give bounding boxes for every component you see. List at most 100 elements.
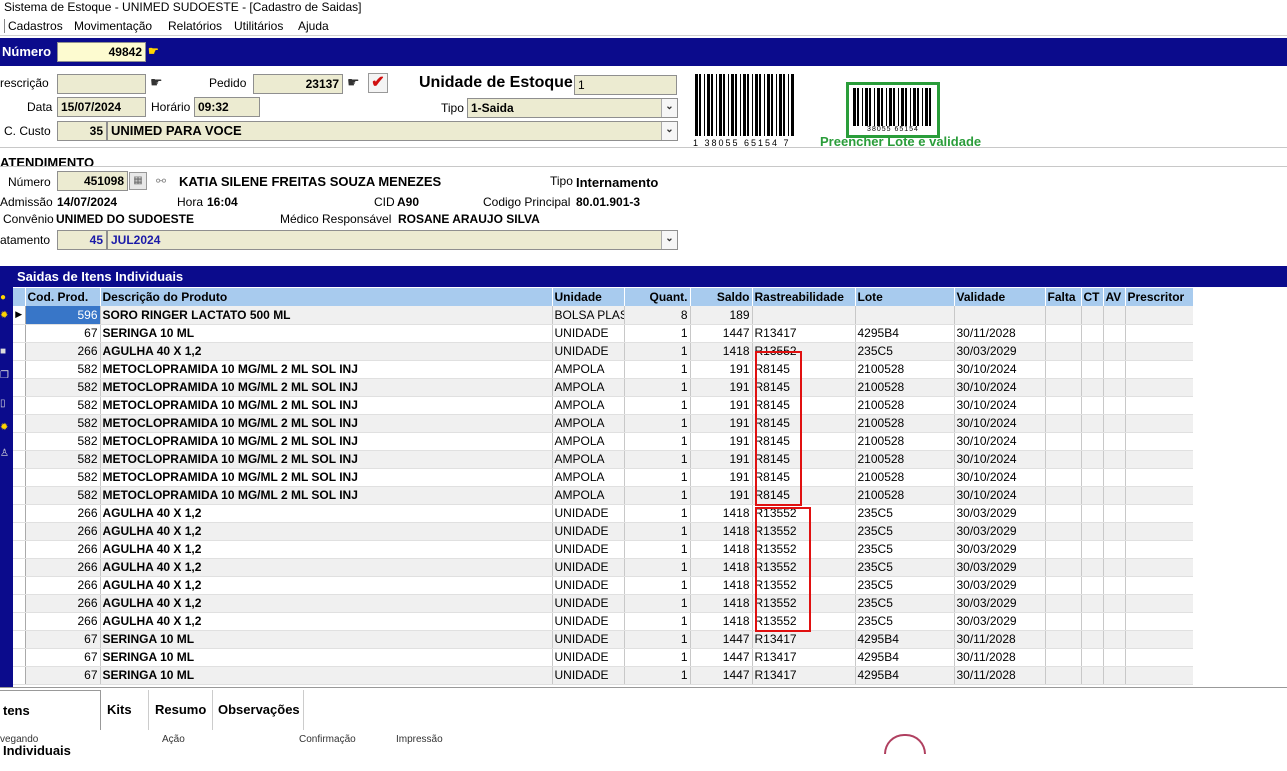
cell-quant[interactable]: 1 xyxy=(624,468,691,487)
row-indicator[interactable] xyxy=(13,666,26,685)
cell-cod-prod[interactable]: 582 xyxy=(25,432,101,451)
cell-prescritor[interactable] xyxy=(1125,630,1194,649)
cell-cod-prod[interactable]: 266 xyxy=(25,504,101,523)
cell-unidade[interactable]: UNIDADE xyxy=(552,576,625,595)
col-unidade[interactable]: Unidade xyxy=(552,288,625,306)
row-indicator[interactable] xyxy=(13,432,26,451)
cell-lote[interactable]: 235C5 xyxy=(855,576,955,595)
cell-av[interactable] xyxy=(1103,594,1126,613)
cell-lote[interactable]: 2100528 xyxy=(855,486,955,505)
cell-rastreabilidade[interactable]: R13417 xyxy=(752,648,856,667)
cell-cod-prod[interactable]: 266 xyxy=(25,342,101,361)
table-row[interactable]: 582 METOCLOPRAMIDA 10 MG/ML 2 ML SOL INJ A… xyxy=(13,360,1194,379)
prescricao-field[interactable] xyxy=(57,74,146,94)
cell-descricao[interactable]: METOCLOPRAMIDA 10 MG/ML 2 ML SOL INJ xyxy=(100,414,553,433)
cell-ct[interactable] xyxy=(1081,630,1104,649)
cell-descricao[interactable]: AGULHA 40 X 1,2 xyxy=(100,558,553,577)
binoculars-icon[interactable]: ⚯ xyxy=(151,172,171,190)
data-field[interactable]: 15/07/2024 xyxy=(57,97,146,117)
col-quant[interactable]: Quant. xyxy=(624,288,691,306)
cell-av[interactable] xyxy=(1103,468,1126,487)
new-icon[interactable]: ✹ xyxy=(0,309,12,323)
cell-prescritor[interactable] xyxy=(1125,594,1194,613)
cell-unidade[interactable]: BOLSA PLAS xyxy=(552,306,625,325)
cell-descricao[interactable]: SORO RINGER LACTATO 500 ML xyxy=(100,306,553,325)
cell-cod-prod[interactable]: 67 xyxy=(25,666,101,685)
cell-validade[interactable]: 30/11/2028 xyxy=(954,324,1046,343)
table-row[interactable]: 266 AGULHA 40 X 1,2 UNIDADE 1 1418 R13552 235C… xyxy=(13,594,1194,613)
cell-saldo[interactable]: 191 xyxy=(690,468,753,487)
col-av[interactable]: AV xyxy=(1103,288,1126,306)
cell-ct[interactable] xyxy=(1081,540,1104,559)
table-row[interactable]: 266 AGULHA 40 X 1,2 UNIDADE 1 1418 R13552 235C… xyxy=(13,540,1194,559)
cell-av[interactable] xyxy=(1103,396,1126,415)
cell-lote[interactable]: 2100528 xyxy=(855,432,955,451)
checkmark-icon[interactable]: ✔ xyxy=(368,73,388,93)
cell-cod-prod[interactable]: 266 xyxy=(25,540,101,559)
pointer-hand-icon[interactable]: ☛ xyxy=(148,44,159,58)
cell-quant[interactable]: 1 xyxy=(624,414,691,433)
cell-lote[interactable]: 2100528 xyxy=(855,450,955,469)
cell-unidade[interactable]: AMPOLA xyxy=(552,378,625,397)
cell-av[interactable] xyxy=(1103,450,1126,469)
table-row[interactable]: ▶ 596 SORO RINGER LACTATO 500 ML BOLSA PLAS… xyxy=(13,306,1194,325)
cell-ct[interactable] xyxy=(1081,612,1104,631)
cell-cod-prod[interactable]: 582 xyxy=(25,396,101,415)
cell-cod-prod[interactable]: 582 xyxy=(25,378,101,397)
col-falta[interactable]: Falta xyxy=(1045,288,1082,306)
cell-descricao[interactable]: AGULHA 40 X 1,2 xyxy=(100,342,553,361)
cell-saldo[interactable]: 1447 xyxy=(690,324,753,343)
save-icon[interactable]: ■ xyxy=(0,345,12,359)
cell-prescritor[interactable] xyxy=(1125,558,1194,577)
table-row[interactable]: 67 SERINGA 10 ML UNIDADE 1 1447 R13417 4295B4 3… xyxy=(13,666,1194,685)
tipo-select[interactable]: 1-Saida ⌄ xyxy=(467,98,678,118)
cell-prescritor[interactable] xyxy=(1125,378,1194,397)
pedido-field[interactable]: 23137 xyxy=(253,74,343,94)
cell-descricao[interactable]: SERINGA 10 ML xyxy=(100,666,553,685)
cell-unidade[interactable]: UNIDADE xyxy=(552,594,625,613)
cell-prescritor[interactable] xyxy=(1125,414,1194,433)
table-row[interactable]: 266 AGULHA 40 X 1,2 UNIDADE 1 1418 R13552 235C… xyxy=(13,558,1194,577)
cell-lote[interactable]: 4295B4 xyxy=(855,666,955,685)
calendar-icon[interactable]: ▦ xyxy=(129,172,147,190)
cell-prescritor[interactable] xyxy=(1125,468,1194,487)
table-row[interactable]: 266 AGULHA 40 X 1,2 UNIDADE 1 1418 R13552 235C… xyxy=(13,522,1194,541)
cell-falta[interactable] xyxy=(1045,396,1082,415)
menu-relatorios[interactable]: Relatórios xyxy=(168,19,222,33)
row-indicator-icon[interactable]: ▶ xyxy=(13,306,26,325)
cell-lote[interactable]: 4295B4 xyxy=(855,324,955,343)
cell-ct[interactable] xyxy=(1081,468,1104,487)
cell-validade[interactable]: 30/10/2024 xyxy=(954,450,1046,469)
cell-av[interactable] xyxy=(1103,666,1126,685)
chevron-down-icon[interactable]: ⌄ xyxy=(661,99,677,117)
cell-validade[interactable]: 30/10/2024 xyxy=(954,378,1046,397)
cell-cod-prod[interactable]: 67 xyxy=(25,324,101,343)
col-cod-prod[interactable]: Cod. Prod. xyxy=(25,288,101,306)
cell-cod-prod[interactable]: 582 xyxy=(25,360,101,379)
menu-utilitarios[interactable]: Utilitários xyxy=(234,19,283,33)
cell-saldo[interactable]: 191 xyxy=(690,378,753,397)
cell-descricao[interactable]: AGULHA 40 X 1,2 xyxy=(100,612,553,631)
cell-rastreabilidade[interactable]: R13417 xyxy=(752,666,856,685)
cell-av[interactable] xyxy=(1103,324,1126,343)
cell-descricao[interactable]: SERINGA 10 ML xyxy=(100,324,553,343)
cell-cod-prod[interactable]: 266 xyxy=(25,522,101,541)
cell-prescritor[interactable] xyxy=(1125,648,1194,667)
cell-cod-prod[interactable]: 582 xyxy=(25,450,101,469)
table-row[interactable]: 582 METOCLOPRAMIDA 10 MG/ML 2 ML SOL INJ A… xyxy=(13,432,1194,451)
cell-saldo[interactable]: 191 xyxy=(690,396,753,415)
row-indicator[interactable] xyxy=(13,468,26,487)
cell-validade[interactable]: 30/10/2024 xyxy=(954,468,1046,487)
horario-field[interactable]: 09:32 xyxy=(194,97,260,117)
cell-quant[interactable]: 1 xyxy=(624,666,691,685)
cell-quant[interactable]: 1 xyxy=(624,360,691,379)
cell-lote[interactable]: 235C5 xyxy=(855,504,955,523)
cell-prescritor[interactable] xyxy=(1125,306,1194,325)
cell-saldo[interactable]: 1418 xyxy=(690,342,753,361)
cell-unidade[interactable]: AMPOLA xyxy=(552,396,625,415)
tab-observacoes[interactable]: Observações xyxy=(214,690,304,730)
row-indicator[interactable] xyxy=(13,324,26,343)
cell-prescritor[interactable] xyxy=(1125,360,1194,379)
cell-unidade[interactable]: UNIDADE xyxy=(552,630,625,649)
settings-icon[interactable]: ✹ xyxy=(0,421,12,435)
